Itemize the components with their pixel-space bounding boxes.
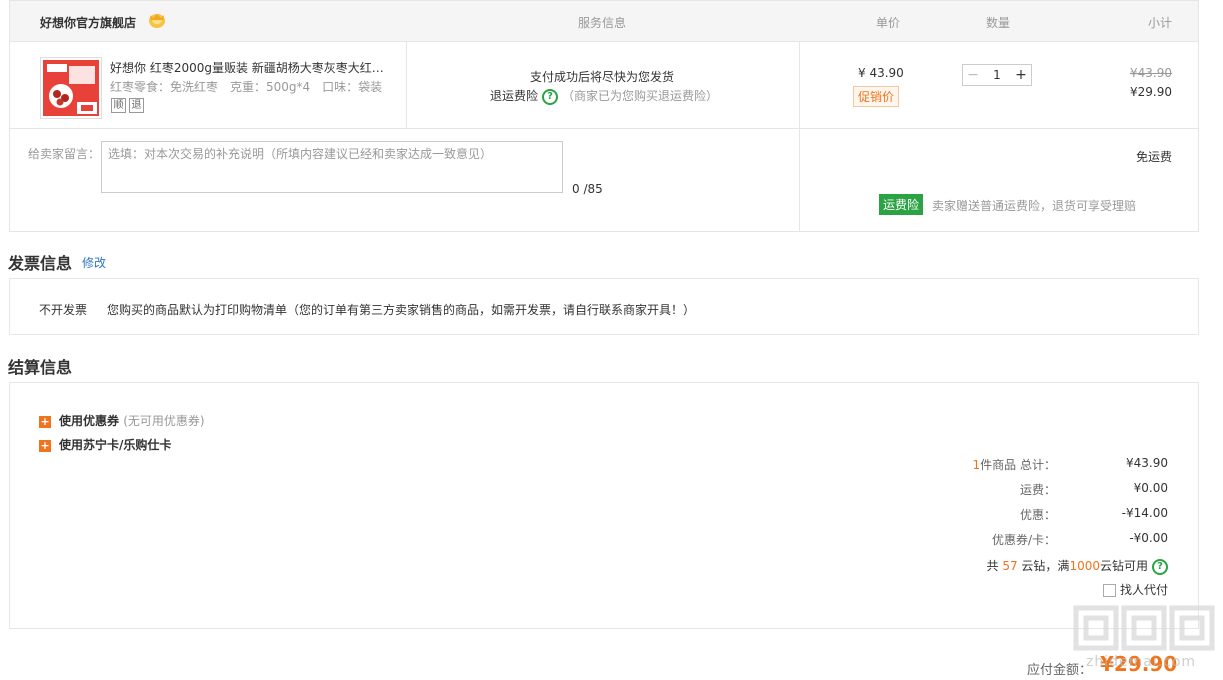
payable-label: 应付金额：	[1027, 663, 1093, 678]
settlement-box: + 使用优惠券 (无可用优惠券) + 使用苏宁卡/乐购仕卡 1件商品 总计： ¥43…	[9, 382, 1199, 629]
proxy-pay-option[interactable]: 找人代付	[1102, 581, 1168, 598]
total-value: ¥43.90	[1126, 456, 1168, 470]
service-tags: 顺退	[111, 97, 147, 113]
order-table: 好想你官方旗舰店 服务信息 单价 数量 小计 好想你 红枣2000g量贩装 新疆…	[9, 0, 1199, 232]
message-row: 给卖家留言： 选填：对本次交易的补充说明（所填内容建议已经和卖家达成一致意见） …	[10, 129, 1198, 232]
return-insurance-label: 退运费险	[490, 89, 539, 103]
store-name[interactable]: 好想你官方旗舰店	[40, 14, 136, 31]
return-insurance-note: （商家已为您购买退运费险）	[562, 89, 719, 103]
discount-value: -¥14.00	[1121, 506, 1168, 520]
quantity-stepper: − 1 +	[962, 64, 1032, 86]
increase-quantity-button[interactable]: +	[1011, 65, 1031, 85]
header-unit-price: 单价	[876, 16, 901, 30]
tag-return: 退	[129, 98, 144, 113]
discount-label: 优惠：	[1019, 508, 1056, 522]
use-coupon-toggle[interactable]: + 使用优惠券 (无可用优惠券)	[39, 412, 205, 429]
header-quantity: 数量	[986, 16, 1011, 30]
coin-suffix: 云钻可用	[1099, 559, 1148, 573]
shipping-fee-label: 运费：	[1019, 483, 1056, 497]
use-coupon-label: 使用优惠券	[59, 414, 120, 428]
invoice-edit-link[interactable]: 修改	[82, 254, 106, 271]
total-label: 1件商品 总计：	[973, 456, 1056, 473]
coin-threshold: 1000	[1069, 559, 1100, 573]
coin-count: 57	[1002, 559, 1018, 573]
subtotal: ¥29.90	[1130, 85, 1172, 99]
decrease-quantity-button[interactable]: −	[963, 65, 983, 85]
invoice-box: 不开发票 您购买的商品默认为打印购物清单（您的订单有第三方卖家销售的商品，如需开…	[9, 278, 1199, 335]
invoice-section-title: 发票信息	[8, 254, 73, 273]
proxy-pay-label: 找人代付	[1119, 583, 1168, 597]
coin-prefix: 共	[986, 559, 999, 573]
divider	[799, 129, 800, 232]
question-circle-icon[interactable]: ?	[542, 88, 559, 105]
plus-square-icon: +	[39, 414, 51, 428]
seller-message-label: 给卖家留言：	[28, 147, 101, 161]
coupon-card-label: 优惠券/卡：	[991, 533, 1056, 547]
shipping-fee-value: ¥0.00	[1133, 481, 1168, 495]
plus-square-icon: +	[39, 438, 51, 452]
settlement-section-title: 结算信息	[8, 358, 73, 377]
coin-mid: 云钻，满	[1021, 559, 1070, 573]
use-card-label: 使用苏宁卡/乐购仕卡	[59, 438, 172, 452]
shipping-insurance-badge: 运费险	[879, 194, 924, 215]
divider	[406, 42, 407, 128]
invoice-description: 您购买的商品默认为打印购物清单（您的订单有第三方卖家销售的商品，如需开发票，请自…	[107, 303, 696, 317]
coupon-card-value: -¥0.00	[1129, 531, 1168, 545]
original-subtotal: ¥43.90	[1130, 66, 1172, 80]
watermark-text: zhidemai.com	[1086, 654, 1197, 670]
gold-badge-icon	[147, 11, 167, 29]
shipping-insurance-text: 卖家赠送普通运费险，退货可享受理赔	[932, 199, 1137, 213]
free-shipping-text: 免运费	[1135, 150, 1172, 164]
seller-message-input[interactable]: 选填：对本次交易的补充说明（所填内容建议已经和卖家达成一致意见）	[101, 141, 563, 193]
message-char-count: 0 /85	[572, 182, 603, 196]
goods-row: 好想你 红枣2000g量贩装 新疆胡杨大枣灰枣大红枣... 红枣零食：免洗红枣 …	[10, 42, 1198, 129]
proxy-pay-checkbox[interactable]	[1102, 584, 1116, 597]
header-service: 服务信息	[578, 16, 627, 30]
shipping-promise: 支付成功后将尽快为您发货	[530, 70, 675, 84]
promo-price-badge: 促销价	[853, 86, 900, 107]
product-title-link[interactable]: 好想你 红枣2000g量贩装 新疆胡杨大枣灰枣大红枣...	[110, 59, 395, 76]
tag-shun: 顺	[111, 98, 126, 113]
cloud-diamond-line: 共 57 云钻，满1000云钻可用?	[986, 557, 1168, 575]
use-card-toggle[interactable]: + 使用苏宁卡/乐购仕卡	[39, 436, 171, 453]
product-spec: 红枣零食：免洗红枣 克重：500g*4 口味：袋装	[110, 80, 383, 94]
coupon-hint: (无可用优惠券)	[123, 414, 205, 428]
header-subtotal: 小计	[1148, 16, 1173, 30]
divider	[799, 42, 800, 128]
product-thumbnail[interactable]	[40, 57, 102, 119]
invoice-type: 不开发票	[39, 303, 88, 317]
unit-price: ¥ 43.90	[858, 66, 904, 80]
question-circle-icon[interactable]: ?	[1152, 558, 1168, 575]
quantity-input[interactable]: 1	[983, 65, 1011, 85]
return-insurance-line: 退运费险? （商家已为您购买退运费险）	[490, 87, 718, 105]
item-count-label: 件商品 总计：	[980, 458, 1056, 472]
order-table-header: 好想你官方旗舰店 服务信息 单价 数量 小计	[10, 1, 1198, 42]
